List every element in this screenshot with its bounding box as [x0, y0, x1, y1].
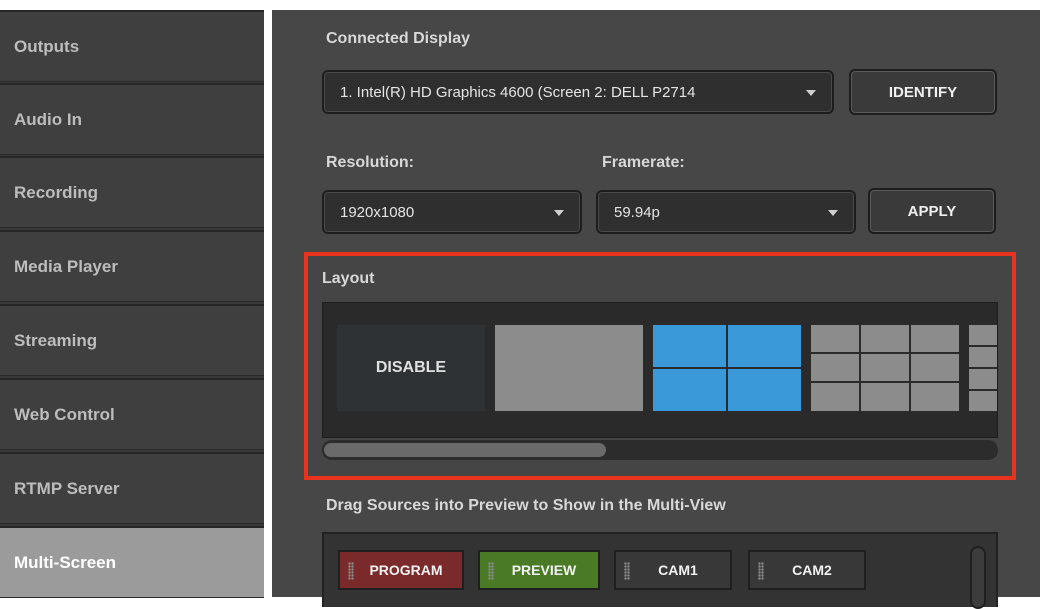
source-chip-label: PREVIEW: [511, 562, 577, 578]
sidebar-item-label: Recording: [14, 182, 99, 202]
app-window: Outputs Audio In Recording Media Player …: [0, 0, 1040, 609]
chevron-down-icon: [554, 210, 564, 216]
layout-option-2x2[interactable]: [653, 325, 801, 411]
source-chip-preview[interactable]: PREVIEW: [478, 550, 600, 590]
resolution-select[interactable]: 1920x1080: [322, 190, 582, 234]
sidebar-item-web-control[interactable]: Web Control: [0, 378, 264, 450]
grid-divider: [909, 325, 911, 411]
grid-divider: [969, 367, 997, 369]
sidebar-item-audio-in[interactable]: Audio In: [0, 83, 264, 155]
sources-list: PROGRAM PREVIEW CAM1 CAM2: [322, 532, 998, 609]
grid-divider: [969, 389, 997, 391]
layout-label: Layout: [322, 270, 375, 287]
framerate-label: Framerate:: [602, 154, 685, 171]
layout-options-strip: DISABLE: [322, 302, 998, 438]
source-chip-label: CAM2: [792, 562, 832, 578]
source-chip-label: PROGRAM: [369, 562, 443, 578]
sidebar-item-label: RTMP Server: [14, 478, 120, 498]
grid-divider: [969, 345, 997, 347]
chevron-down-icon: [806, 90, 816, 96]
source-chip-cam2[interactable]: CAM2: [748, 550, 866, 590]
grid-divider: [653, 367, 801, 369]
sidebar-item-label: Outputs: [14, 36, 80, 56]
drag-handle-icon: [624, 562, 630, 580]
layout-option-3x3[interactable]: [811, 325, 959, 411]
identify-button[interactable]: IDENTIFY: [849, 69, 997, 115]
drag-handle-icon: [348, 562, 354, 580]
sidebar-item-streaming[interactable]: Streaming: [0, 304, 264, 376]
apply-button[interactable]: APPLY: [868, 188, 996, 234]
sidebar-item-recording[interactable]: Recording: [0, 156, 264, 228]
sidebar-item-label: Audio In: [14, 109, 82, 129]
settings-panel: Connected Display 1. Intel(R) HD Graphic…: [272, 10, 1040, 609]
layout-disable-label: DISABLE: [375, 359, 447, 376]
sidebar: Outputs Audio In Recording Media Player …: [0, 10, 264, 598]
resolution-label: Resolution:: [326, 154, 414, 171]
layout-option-disable[interactable]: DISABLE: [337, 325, 485, 411]
chevron-down-icon: [828, 210, 838, 216]
sources-scrollbar[interactable]: [970, 546, 986, 609]
source-chip-label: CAM1: [658, 562, 698, 578]
layout-scrollbar[interactable]: [322, 440, 998, 460]
layout-option-single[interactable]: [495, 325, 643, 411]
layout-group: Layout DISABLE: [304, 252, 1016, 480]
connected-display-select[interactable]: 1. Intel(R) HD Graphics 4600 (Screen 2: …: [322, 70, 834, 114]
connected-display-label: Connected Display: [326, 30, 471, 47]
sidebar-item-label: Web Control: [14, 404, 115, 424]
sidebar-item-label: Streaming: [14, 330, 98, 350]
sidebar-item-outputs[interactable]: Outputs: [0, 10, 264, 82]
grid-divider: [859, 325, 861, 411]
resolution-value: 1920x1080: [340, 203, 415, 221]
framerate-select[interactable]: 59.94p: [596, 190, 856, 234]
drag-handle-icon: [758, 562, 764, 580]
grid-divider: [811, 381, 959, 383]
sidebar-item-label: Media Player: [14, 256, 118, 276]
sidebar-item-media-player[interactable]: Media Player: [0, 230, 264, 302]
sidebar-item-rtmp-server[interactable]: RTMP Server: [0, 452, 264, 524]
sidebar-item-label: Multi-Screen: [14, 552, 117, 572]
grid-divider: [811, 352, 959, 354]
connected-display-value: 1. Intel(R) HD Graphics 4600 (Screen 2: …: [340, 83, 696, 101]
layout-option-4x4[interactable]: [969, 325, 997, 411]
source-chip-program[interactable]: PROGRAM: [338, 550, 464, 590]
sources-instruction-label: Drag Sources into Preview to Show in the…: [326, 497, 726, 514]
sidebar-item-multi-screen[interactable]: Multi-Screen: [0, 526, 264, 598]
drag-handle-icon: [488, 562, 494, 580]
layout-scrollbar-thumb[interactable]: [324, 443, 606, 457]
source-chip-cam1[interactable]: CAM1: [614, 550, 732, 590]
framerate-value: 59.94p: [614, 203, 660, 221]
